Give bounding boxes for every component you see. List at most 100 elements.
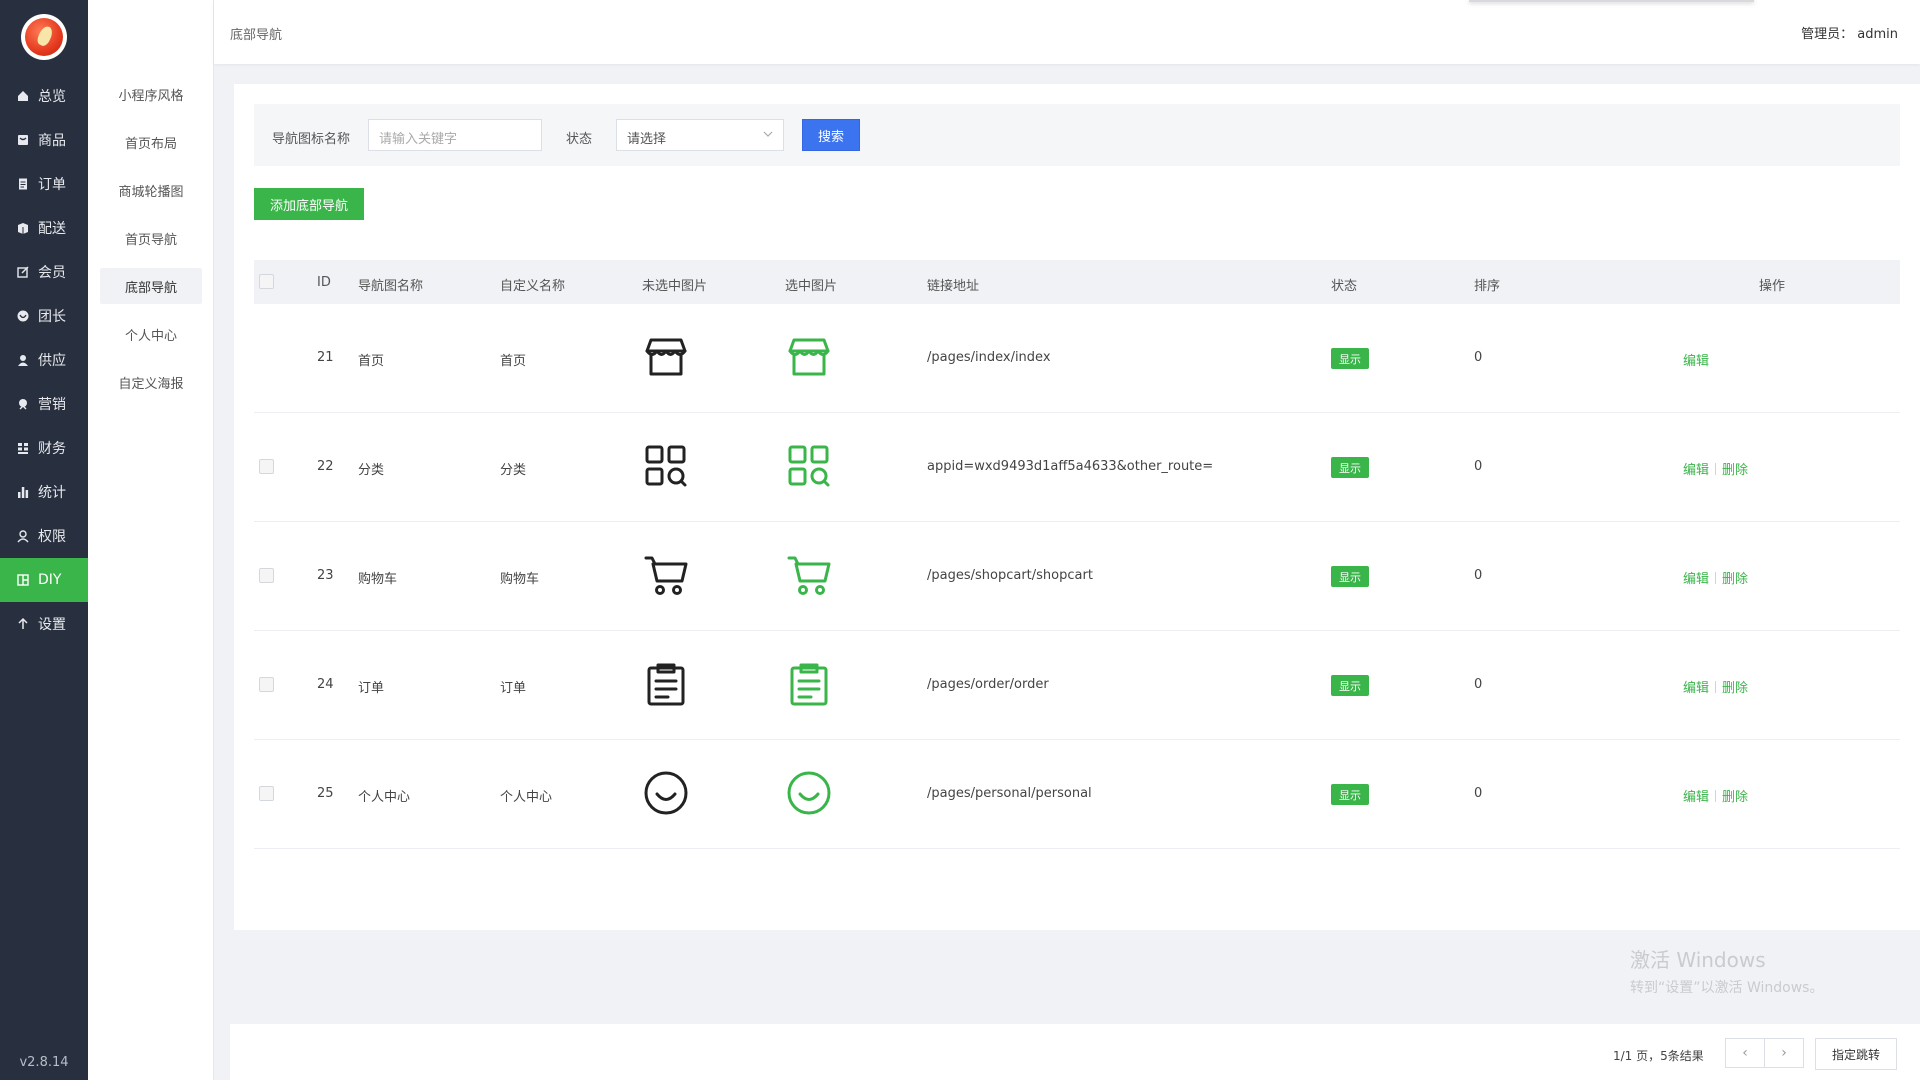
cell-link: /pages/index/index (927, 350, 1051, 365)
member-icon (16, 265, 30, 279)
pagination-info: 1/1 页，5条结果 (1613, 1049, 1704, 1063)
nav-item-diy[interactable]: DIY (0, 558, 88, 602)
admin-label[interactable]: 管理员： admin (1801, 23, 1898, 42)
nav-item-goods[interactable]: 商品 (0, 118, 88, 162)
cell-link: /pages/personal/personal (927, 786, 1092, 801)
edit-link[interactable]: 编辑 (1683, 790, 1709, 805)
submenu-item-6[interactable]: 自定义海报 (100, 364, 202, 400)
nav-item-leader[interactable]: 团长 (0, 294, 88, 338)
edit-link[interactable]: 编辑 (1683, 681, 1709, 696)
nav-item-finance[interactable]: 财务 (0, 426, 88, 470)
row-actions: 编辑 (1683, 350, 1709, 369)
edit-link[interactable]: 编辑 (1683, 463, 1709, 478)
nav-item-label: 订单 (38, 177, 66, 193)
submenu-item-0[interactable]: 小程序风格 (100, 76, 202, 112)
table-row: 22 分类 分类 appid=wxd9493d1aff5a4633&other_rou… (254, 413, 1900, 522)
nav-item-home[interactable]: 总览 (0, 74, 88, 118)
action-divider (1715, 790, 1717, 802)
edit-link[interactable]: 编辑 (1683, 572, 1709, 587)
add-bottom-nav-button[interactable]: 添加底部导航 (254, 188, 364, 220)
delete-link[interactable]: 删除 (1722, 572, 1748, 587)
cell-custom-name: 购物车 (500, 572, 540, 587)
prev-page-button[interactable]: ‹ (1725, 1038, 1765, 1068)
status-badge[interactable]: 显示 (1331, 566, 1369, 587)
status-badge[interactable]: 显示 (1331, 457, 1369, 478)
table-header: ID 导航图名称 自定义名称 未选中图片 选中图片 链接地址 状态 排序 操作 (254, 260, 1900, 304)
row-checkbox[interactable] (259, 459, 274, 474)
nav-item-label: 营销 (38, 397, 66, 413)
nav-item-marketing[interactable]: 营销 (0, 382, 88, 426)
status-select[interactable]: 请选择 (616, 119, 784, 151)
submenu-item-1[interactable]: 首页布局 (100, 124, 202, 160)
cell-link: /pages/order/order (927, 677, 1049, 692)
header-selected-image: 选中图片 (785, 279, 838, 294)
row-checkbox[interactable] (259, 677, 274, 692)
header-id: ID (317, 275, 331, 290)
supply-icon (16, 353, 30, 367)
pagination-bar: 1/1 页，5条结果 ‹ › 指定跳转 (230, 1024, 1920, 1080)
status-badge[interactable]: 显示 (1331, 784, 1369, 805)
bottom-nav-table: ID 导航图名称 自定义名称 未选中图片 选中图片 链接地址 状态 排序 操作 … (254, 260, 1900, 849)
cell-name: 个人中心 (358, 790, 411, 805)
action-divider (1715, 681, 1717, 693)
submenu-item-3[interactable]: 首页导航 (100, 220, 202, 256)
home-icon (16, 89, 30, 103)
nav-item-member[interactable]: 会员 (0, 250, 88, 294)
cell-custom-name: 订单 (500, 681, 527, 696)
filter-bar: 导航图标名称 请输入关键字 状态 请选择 搜索 (254, 104, 1900, 166)
cell-name: 订单 (358, 681, 385, 696)
watermark-line1: 激活 Windows (1630, 948, 1766, 972)
name-search-input[interactable]: 请输入关键字 (368, 119, 542, 151)
submenu-item-5[interactable]: 个人中心 (100, 316, 202, 352)
nav-item-supply[interactable]: 供应 (0, 338, 88, 382)
header-sort: 排序 (1474, 279, 1501, 294)
nav-item-label: 配送 (38, 221, 66, 237)
nav-item-label: DIY (38, 572, 62, 588)
cell-custom-name: 个人中心 (500, 790, 553, 805)
status-badge[interactable]: 显示 (1331, 675, 1369, 696)
row-actions: 编辑 删除 (1683, 786, 1748, 805)
row-checkbox[interactable] (259, 786, 274, 801)
header-link: 链接地址 (927, 279, 980, 294)
search-button[interactable]: 搜索 (802, 119, 860, 151)
row-actions: 编辑 删除 (1683, 677, 1748, 696)
header-unselected-image: 未选中图片 (642, 279, 708, 294)
nav-item-label: 统计 (38, 485, 66, 501)
submenu-item-2[interactable]: 商城轮播图 (100, 172, 202, 208)
jump-page-button[interactable]: 指定跳转 (1815, 1038, 1897, 1070)
table-row: 24 订单 订单/pages/order/order 显示 0 编辑 删除 (254, 631, 1900, 740)
main-nav: 总览 商品订单配送会员团长供应营销财务统计权限 DIY 设置 (0, 74, 88, 646)
cell-link: appid=wxd9493d1aff5a4633&other_route= (927, 459, 1214, 474)
goods-icon (16, 133, 30, 147)
version-label: v2.8.14 (19, 1055, 69, 1070)
row-checkbox[interactable] (259, 568, 274, 583)
cell-sort: 0 (1474, 568, 1483, 583)
nav-item-label: 设置 (38, 617, 66, 633)
settings-icon (16, 617, 30, 631)
cell-id: 22 (317, 459, 334, 474)
nav-item-permission[interactable]: 权限 (0, 514, 88, 558)
delete-link[interactable]: 删除 (1722, 790, 1748, 805)
select-all-checkbox[interactable] (259, 274, 274, 289)
delete-link[interactable]: 删除 (1722, 681, 1748, 696)
action-divider (1715, 572, 1717, 584)
edit-link[interactable]: 编辑 (1683, 354, 1709, 369)
table-row: 21 首页 首页/pages/index/index 显示 0 编辑 (254, 304, 1900, 413)
nav-item-delivery[interactable]: 配送 (0, 206, 88, 250)
action-divider (1715, 463, 1717, 475)
nav-item-settings[interactable]: 设置 (0, 602, 88, 646)
nav-item-label: 会员 (38, 265, 66, 281)
nav-item-order[interactable]: 订单 (0, 162, 88, 206)
nav-item-stats[interactable]: 统计 (0, 470, 88, 514)
selected-category-icon (786, 443, 832, 489)
leader-icon (16, 309, 30, 323)
submenu-item-4[interactable]: 底部导航 (100, 268, 202, 304)
permission-icon (16, 529, 30, 543)
delete-link[interactable]: 删除 (1722, 463, 1748, 478)
table-body: 21 首页 首页/pages/index/index 显示 0 编辑 22 分类 分类 appid… (254, 304, 1900, 849)
status-filter-label: 状态 (566, 132, 593, 147)
main-card: 导航图标名称 请输入关键字 状态 请选择 搜索 添加底部导航 ID 导航图名称 … (234, 84, 1920, 930)
status-badge[interactable]: 显示 (1331, 348, 1369, 369)
nav-item-label: 团长 (38, 309, 66, 325)
next-page-button[interactable]: › (1764, 1038, 1804, 1068)
